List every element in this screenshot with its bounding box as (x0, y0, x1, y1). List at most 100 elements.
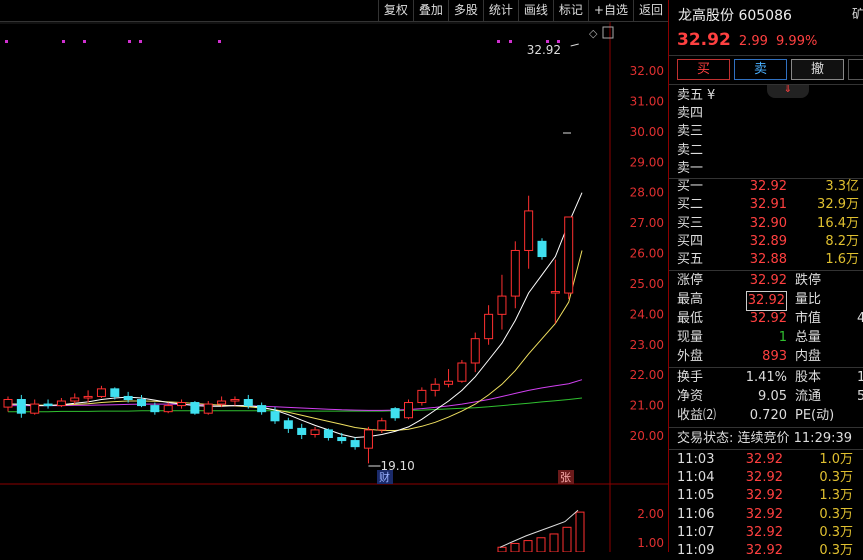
candle-body (16, 399, 26, 414)
price-axis-label: 23.00 (630, 338, 664, 352)
event-marker-dot (497, 40, 500, 43)
bid-label: 买三 (677, 215, 704, 231)
divider (669, 367, 863, 368)
toolbar-button[interactable]: +自选 (587, 0, 633, 21)
turnover-label: 换手 (677, 370, 704, 385)
price-change-pct: 9.99% (776, 34, 818, 49)
price-line: 32.92 2.99 9.99% (677, 30, 817, 50)
candle-body (70, 397, 80, 402)
ask-label: 卖一 (677, 160, 704, 176)
candle-body (337, 437, 347, 442)
candle-body (537, 240, 547, 258)
bid-price: 32.89 (749, 233, 787, 249)
trade-buttons: 买 卖 撤 (677, 59, 863, 80)
limit-up-label: 涨停 (677, 273, 704, 288)
candle-body (163, 405, 173, 413)
quote-row-turnover: 换手 1.41% 股本 1 (677, 369, 863, 387)
share-capital-label: 股本 (795, 370, 822, 385)
bid-volume: 3.3亿 (825, 179, 859, 194)
share-capital-value: 1 (857, 370, 863, 385)
candle-body (323, 429, 333, 439)
toolbar-button[interactable]: 画线 (517, 0, 553, 21)
toolbar-button[interactable]: 多股 (447, 0, 483, 21)
candle-body (404, 402, 413, 419)
ask-level[interactable]: 卖五 ¥ (677, 87, 863, 105)
kline-chart[interactable]: ◇ 32.00 31.00 30.00 29.00 28.00 27.00 26.00 25.0… (0, 0, 668, 552)
bid-level[interactable]: 买二 32.91 32.9万 (677, 196, 863, 214)
candle-body (283, 420, 293, 429)
quote-row-netasset: 净资 9.05 流通 5 (677, 388, 863, 406)
ask-label: 卖五 (677, 88, 704, 103)
ma5-line (8, 192, 583, 439)
event-marker-dot (83, 40, 86, 43)
trading-status: 交易状态: 连续竞价 11:29:39 (677, 431, 853, 446)
tick-row: 11:04 32.92 0.3万 (677, 469, 863, 487)
ask-level[interactable]: 卖二 (677, 142, 863, 160)
candle-body (150, 405, 160, 413)
candle-body (524, 210, 534, 251)
tick-volume: 1.3万 (819, 488, 853, 504)
price-axis-label: 28.00 (630, 186, 664, 200)
event-marker-dot (139, 40, 142, 43)
buy-button[interactable]: 买 (677, 59, 730, 80)
corner-label[interactable]: 矿 (852, 5, 863, 22)
price-axis-label: 21.00 (630, 399, 664, 413)
toolbar-button[interactable]: 叠加 (412, 0, 448, 21)
divider (669, 270, 863, 271)
volume-bar (497, 546, 507, 552)
ask-level[interactable]: 卖四 (677, 105, 863, 123)
bid-level[interactable]: 买一 32.92 3.3亿 (677, 178, 863, 196)
eps-label: 收益⑵ (677, 408, 717, 423)
stock-name: 龙高股份 605086 (678, 8, 792, 24)
candle-body (363, 429, 373, 449)
tick-volume: 0.3万 (819, 524, 853, 540)
bid-level[interactable]: 买三 32.90 16.4万 (677, 215, 863, 233)
candle-body (56, 400, 66, 407)
toolbar-button[interactable]: 统计 (482, 0, 518, 21)
outer-volume-label: 外盘 (677, 349, 704, 364)
chart-toolbar: 复权 叠加 多股 统计 画线 标记 +自选 返回 (0, 0, 668, 22)
candle-body (177, 402, 187, 407)
ask-level[interactable]: 卖一 (677, 160, 863, 178)
more-button[interactable] (848, 59, 863, 80)
tick-price: 32.92 (745, 470, 783, 486)
toolbar-button[interactable]: 返回 (632, 0, 668, 21)
bid-price: 32.92 (749, 179, 787, 194)
candle-body (137, 399, 146, 407)
tick-time: 11:09 (677, 543, 715, 558)
bid-level[interactable]: 买四 32.89 8.2万 (677, 233, 863, 251)
bid-price: 32.88 (749, 252, 787, 268)
cancel-order-button[interactable]: 撤 (791, 59, 844, 80)
candle-body (123, 395, 133, 401)
quote-row-outer: 外盘 893 内盘 (677, 348, 863, 366)
turnover-value: 1.41% (745, 370, 787, 385)
event-marker-dot (128, 40, 131, 43)
tick-time: 11:03 (677, 452, 715, 467)
inner-volume-label: 内盘 (795, 349, 822, 364)
candle-body (43, 403, 53, 407)
low-value: 32.92 (749, 311, 787, 326)
price-axis-label: 26.00 (630, 247, 664, 261)
kline-chart-area[interactable]: ◇ 32.00 31.00 30.00 29.00 28.00 27.00 26.00 25.0… (0, 0, 668, 552)
net-asset-label: 净资 (677, 389, 704, 404)
toolbar-button[interactable]: 复权 (377, 0, 413, 21)
high-label: 最高 (677, 292, 704, 307)
ma10-line (7, 250, 583, 431)
candle-body (270, 411, 280, 422)
tick-volume: 0.3万 (819, 470, 853, 486)
tick-row: 11:03 32.92 1.0万 (677, 451, 863, 469)
event-marker-dot (5, 40, 8, 43)
price-axis-label: 25.00 (630, 277, 664, 291)
tick-time: 11:06 (677, 506, 715, 522)
price-change: 2.99 (738, 34, 768, 49)
quote-row-limit: 涨停 32.92 跌停 (677, 272, 863, 290)
bid-level[interactable]: 买五 32.88 1.6万 (677, 251, 863, 269)
candle-body (510, 249, 520, 297)
candle-body (243, 399, 253, 407)
bid-label: 买四 (677, 233, 704, 249)
total-volume-label: 总量 (795, 330, 822, 345)
ask-level[interactable]: 卖三 (677, 123, 863, 141)
sell-button[interactable]: 卖 (734, 59, 787, 80)
price-axis-label: 20.00 (630, 429, 664, 443)
toolbar-button[interactable]: 标记 (552, 0, 588, 21)
